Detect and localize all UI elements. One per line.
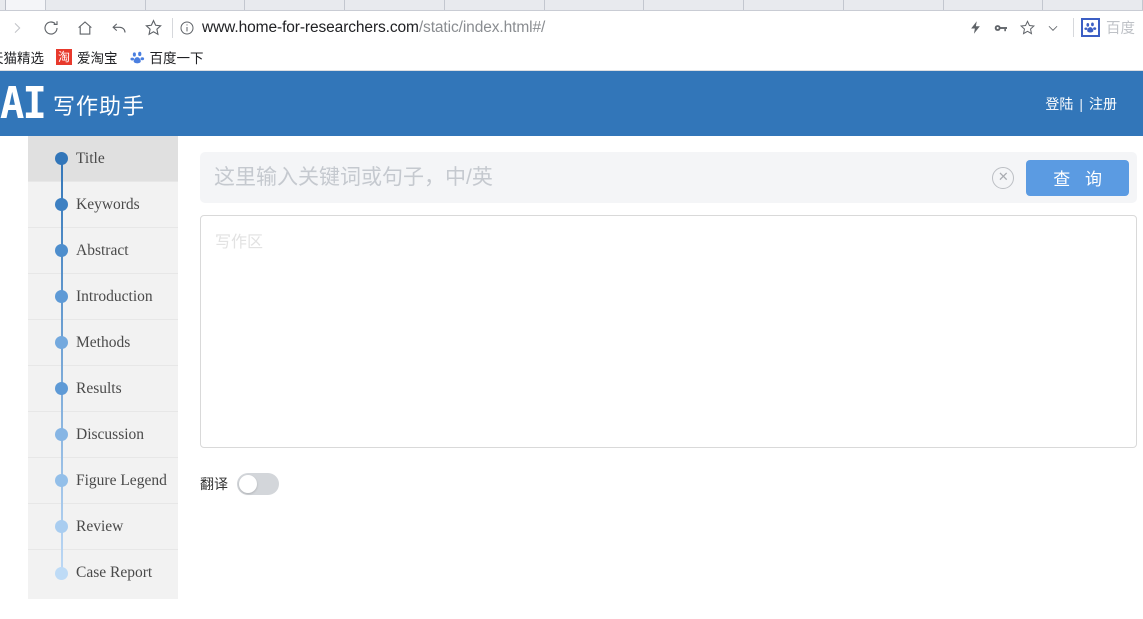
- sidebar-item-label: Abstract: [76, 241, 129, 259]
- tab-slot[interactable]: [6, 0, 46, 10]
- toolbar-divider: [172, 17, 173, 38]
- main-panel: ✕ 查 询 翻译: [178, 136, 1143, 617]
- sidebar-dot-icon: [55, 152, 68, 165]
- tab-slot[interactable]: [444, 0, 545, 10]
- toolbar-actions: 百度: [962, 11, 1143, 44]
- sidebar: Title Keywords Abstract Introduction Met…: [28, 136, 178, 599]
- sidebar-item-label: Case Report: [76, 564, 153, 581]
- search-bar: ✕ 查 询: [200, 152, 1137, 203]
- lightning-icon[interactable]: [962, 11, 988, 44]
- bookmark-label: 天猫精选: [0, 51, 44, 66]
- login-link[interactable]: 登陆: [1045, 94, 1073, 114]
- star-outline-icon[interactable]: [1014, 11, 1040, 44]
- sidebar-item-introduction[interactable]: Introduction: [28, 274, 178, 320]
- chevron-down-icon[interactable]: [1040, 11, 1066, 44]
- sidebar-item-label: Results: [76, 379, 122, 397]
- brand-logo[interactable]: AI 写作助手: [0, 77, 145, 129]
- sidebar-item-label: Review: [76, 517, 124, 535]
- home-icon[interactable]: [68, 11, 102, 44]
- register-link[interactable]: 注册: [1089, 94, 1117, 114]
- translate-toggle[interactable]: [237, 473, 279, 495]
- query-button[interactable]: 查 询: [1026, 159, 1129, 196]
- sidebar-item-results[interactable]: Results: [28, 366, 178, 412]
- auth-links: 登陆 | 注册: [1045, 94, 1117, 114]
- sidebar-item-label: Methods: [76, 333, 131, 351]
- key-icon[interactable]: [988, 11, 1014, 44]
- sidebar-dot-icon: [55, 520, 68, 533]
- sidebar-item-review[interactable]: Review: [28, 504, 178, 550]
- tab-slot[interactable]: [345, 0, 445, 10]
- sidebar-item-label: Figure Legend: [76, 471, 167, 489]
- url-path: /static/index.html#/: [418, 18, 546, 36]
- sidebar-item-methods[interactable]: Methods: [28, 320, 178, 366]
- sidebar-item-label: Keywords: [76, 195, 140, 213]
- tab-slot[interactable]: [644, 0, 745, 10]
- sidebar-item-label: Discussion: [76, 425, 145, 443]
- sidebar-dot-icon: [55, 198, 68, 211]
- info-circle-icon[interactable]: [179, 20, 195, 36]
- sidebar-item-keywords[interactable]: Keywords: [28, 182, 178, 228]
- sidebar-dot-icon: [55, 474, 68, 487]
- bookmark-taobao[interactable]: 淘 爱淘宝: [56, 44, 118, 71]
- brand-mark: AI: [0, 77, 47, 129]
- sidebar-dot-icon: [55, 428, 68, 441]
- search-input[interactable]: [200, 152, 993, 203]
- writing-area-textarea[interactable]: [200, 215, 1137, 448]
- address-bar[interactable]: www.home-for-researchers.com/static/inde…: [179, 11, 962, 44]
- translate-label: 翻译: [200, 476, 228, 492]
- baidu-paw-icon[interactable]: [1081, 18, 1100, 37]
- tab-slot[interactable]: [943, 0, 1044, 10]
- brand-text: 写作助手: [52, 93, 145, 119]
- bookmarks-bar: 天猫精选 淘 爱淘宝 百度一下: [0, 44, 1143, 71]
- sidebar-item-figure-legend[interactable]: Figure Legend: [28, 458, 178, 504]
- sidebar-item-label: Title: [76, 149, 105, 167]
- toggle-knob: [239, 475, 257, 493]
- sidebar-dot-icon: [55, 566, 68, 580]
- tab-slot[interactable]: [46, 0, 146, 10]
- tab-strip[interactable]: [0, 0, 1143, 11]
- app-header: AI 写作助手 登陆 | 注册: [0, 71, 1143, 136]
- toolbar-divider: [1073, 18, 1074, 37]
- sidebar-dot-icon: [55, 290, 68, 303]
- tab-slot[interactable]: [145, 0, 246, 10]
- taobao-icon: 淘: [56, 49, 72, 65]
- tab-slot[interactable]: [744, 0, 844, 10]
- url-domain: www.home-for-researchers.com: [202, 18, 419, 36]
- sidebar-dot-icon: [55, 382, 68, 395]
- translate-control: 翻译: [200, 473, 1137, 495]
- sidebar-item-title[interactable]: Title: [28, 136, 178, 182]
- bookmark-label: 百度一下: [149, 51, 204, 66]
- tab-slot[interactable]: [1043, 0, 1143, 10]
- extension-label: 百度: [1106, 21, 1135, 37]
- tab-slot[interactable]: [843, 0, 944, 10]
- sidebar-item-discussion[interactable]: Discussion: [28, 412, 178, 458]
- forward-arrow-icon[interactable]: [0, 11, 34, 44]
- sidebar-dot-icon: [55, 336, 68, 349]
- browser-toolbar: www.home-for-researchers.com/static/inde…: [0, 11, 1143, 44]
- sidebar-item-case-report[interactable]: Case Report: [28, 550, 178, 596]
- sidebar-item-abstract[interactable]: Abstract: [28, 228, 178, 274]
- browser-chrome: www.home-for-researchers.com/static/inde…: [0, 0, 1143, 71]
- baidu-paw-icon: [129, 50, 145, 65]
- url-text: www.home-for-researchers.com/static/inde…: [202, 19, 545, 37]
- bookmark-label: 爱淘宝: [77, 51, 118, 66]
- tab-slot[interactable]: [544, 0, 645, 10]
- clear-circle-x-icon[interactable]: ✕: [992, 166, 1015, 189]
- star-icon[interactable]: [136, 11, 170, 44]
- auth-separator: |: [1079, 95, 1083, 112]
- sidebar-progress-line: [61, 159, 63, 576]
- app-body: Title Keywords Abstract Introduction Met…: [0, 136, 1143, 617]
- bookmark-tmall[interactable]: 天猫精选: [0, 44, 44, 71]
- sidebar-item-label: Introduction: [76, 287, 153, 305]
- back-arrow-icon[interactable]: [102, 11, 136, 44]
- reload-icon[interactable]: [34, 11, 68, 44]
- bookmark-baidu[interactable]: 百度一下: [129, 44, 204, 71]
- tab-slot[interactable]: [245, 0, 346, 10]
- sidebar-dot-icon: [55, 244, 68, 257]
